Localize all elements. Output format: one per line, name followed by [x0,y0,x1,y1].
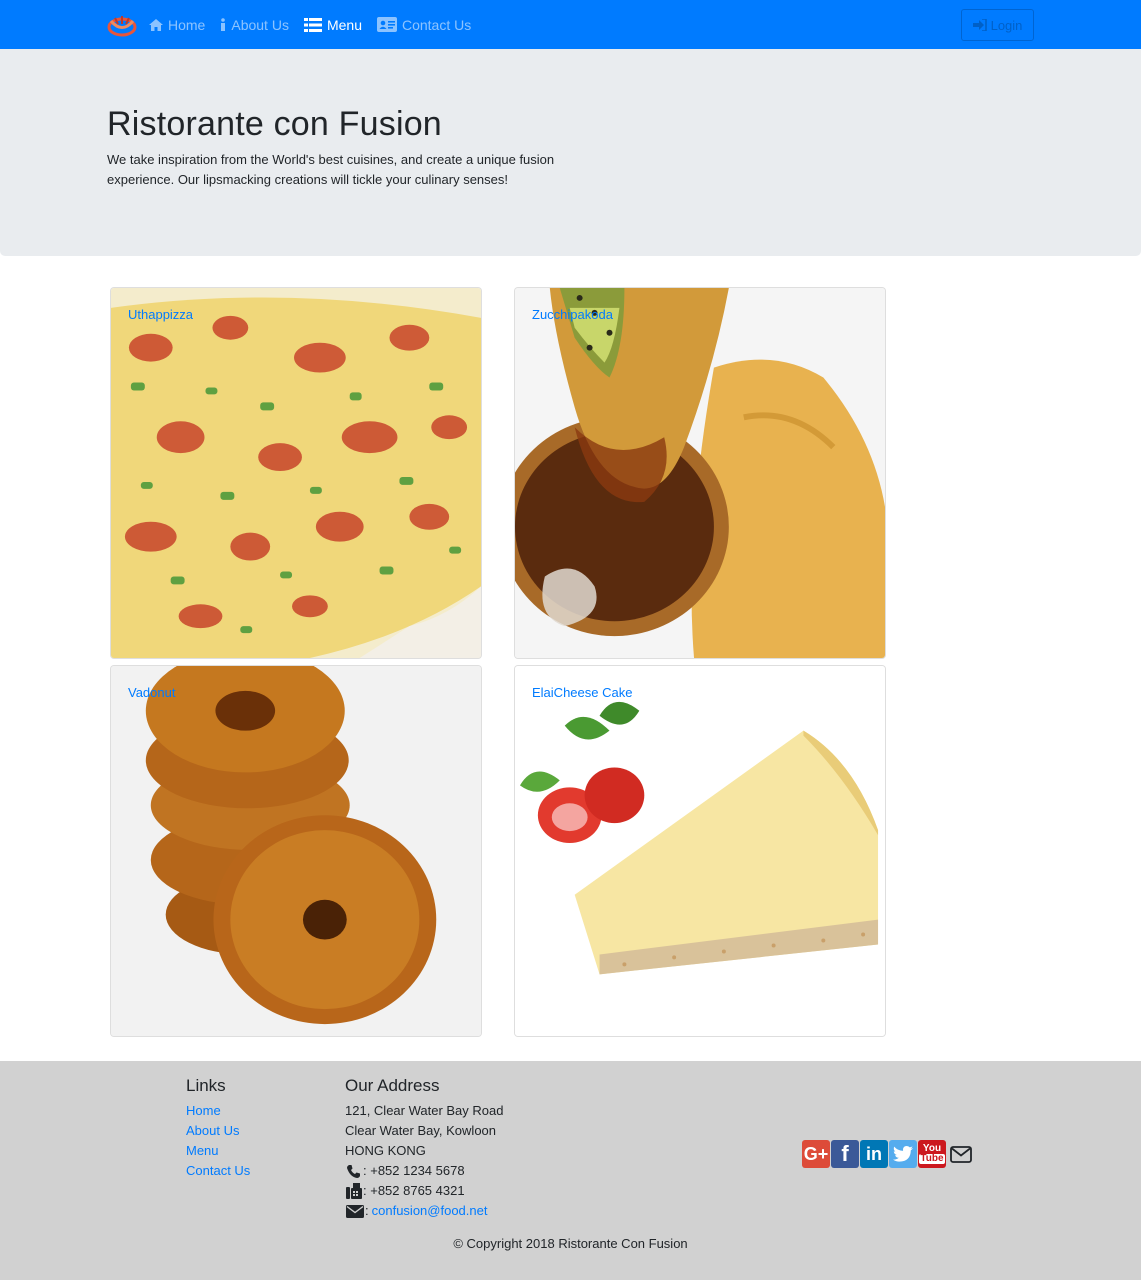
dish-name[interactable]: Zucchipakoda [532,307,613,322]
footer-links: Home About Us Menu Contact Us [186,1101,250,1181]
nav-item-label: Contact Us [401,16,472,33]
address-line: Clear Water Bay, Kowloon [345,1123,497,1138]
page-title: Ristorante con Fusion [107,105,442,143]
info-icon [219,17,227,32]
nav-item-label: Menu [326,16,362,33]
links-heading: Links [186,1076,226,1095]
address-heading: Our Address [345,1076,440,1095]
zucchipakoda-image [515,288,885,658]
footer-link-contact[interactable]: Contact Us [186,1161,250,1181]
email-link[interactable]: confusion@food.net [372,1201,488,1221]
menu-card-vadonut[interactable]: Vadonut [110,665,482,1037]
phone-row: : +852 1234 5678 [345,1161,503,1181]
nav-container: Home About Us Menu Contact Us [107,0,485,49]
restaurant-logo-icon[interactable] [107,12,137,38]
vadonut-image [111,666,481,1036]
address-line: HONG KONG [345,1143,426,1158]
nav-item-label: About Us [231,16,289,33]
dish-name[interactable]: ElaiCheese Cake [532,685,632,700]
linkedin-icon[interactable]: in [860,1140,888,1168]
copyright: © Copyright 2018 Ristorante Con Fusion [453,1236,688,1251]
navbar: Home About Us Menu Contact Us Login [0,0,1141,49]
address-line: 121, Clear Water Bay Road [345,1103,504,1118]
address-block: 121, Clear Water Bay Road Clear Water Ba… [345,1101,503,1221]
twitter-icon[interactable] [889,1140,917,1168]
fax-row: : +852 8765 4321 [345,1181,503,1201]
nav-item-label: Home [168,16,206,33]
sign-in-icon [972,19,987,31]
facebook-icon[interactable]: f [831,1140,859,1168]
nav-item-home[interactable]: Home [148,17,205,33]
footer-link-menu[interactable]: Menu [186,1141,250,1161]
nav-item-menu[interactable]: Menu [303,17,362,33]
fax-number: : +852 8765 4321 [363,1183,465,1198]
footer-link-home[interactable]: Home [186,1101,250,1121]
menu-card-elaicheese-cake[interactable]: ElaiCheese Cake [514,665,886,1037]
menu-card-uthappizza[interactable]: Uthappizza [110,287,482,659]
dish-name[interactable]: Uthappizza [128,307,193,322]
footer-link-about[interactable]: About Us [186,1121,250,1141]
phone-icon [345,1163,362,1179]
uthappizza-image [111,288,481,658]
footer: Links Home About Us Menu Contact Us Our … [0,1061,1141,1280]
list-icon [303,17,323,32]
email-prefix: : [365,1203,369,1218]
phone-number: : +852 1234 5678 [363,1163,465,1178]
envelope-icon [345,1203,364,1219]
google-plus-icon[interactable]: G+ [802,1140,830,1168]
restaurant-description: We take inspiration from the World's bes… [107,152,555,187]
fax-icon [345,1183,362,1199]
email-row: : confusion@food.net [345,1201,503,1221]
social-links: G+ f in You Tube [802,1140,974,1168]
login-button[interactable]: Login [961,9,1034,41]
email-icon[interactable] [948,1140,974,1168]
jumbotron: Ristorante con Fusion We take inspiratio… [0,49,1141,256]
nav-item-contact[interactable]: Contact Us [376,17,471,33]
nav-item-about[interactable]: About Us [219,17,289,33]
dish-name[interactable]: Vadonut [128,685,175,700]
youtube-icon[interactable]: You Tube [918,1140,946,1168]
address-card-icon [376,17,398,32]
menu-card-zucchipakoda[interactable]: Zucchipakoda [514,287,886,659]
login-label: Login [990,17,1023,33]
elaicheese-cake-image [515,666,885,1036]
home-icon [148,18,164,32]
